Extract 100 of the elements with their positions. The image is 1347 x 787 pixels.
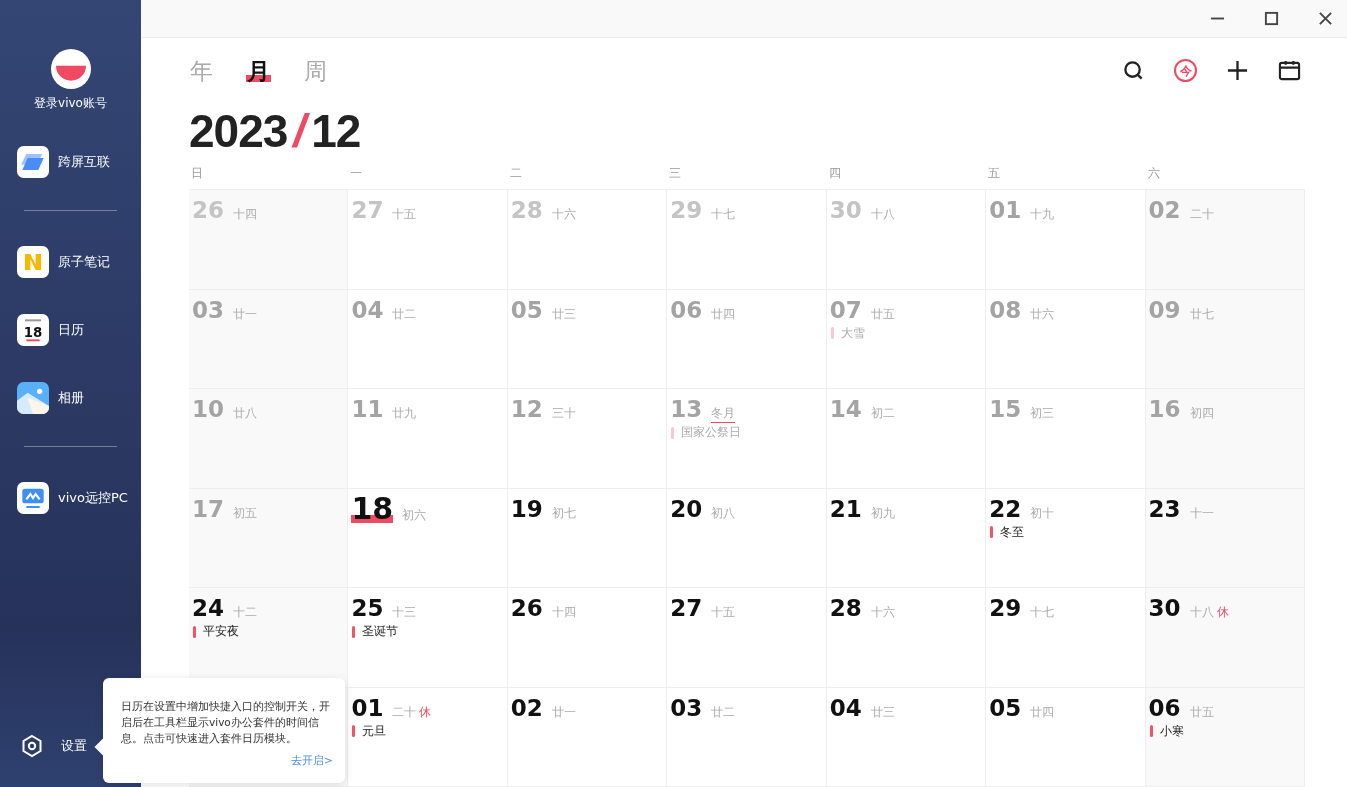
- day-number: 28: [829, 594, 862, 622]
- day-cell[interactable]: 20 初八: [667, 488, 827, 588]
- holiday-label: 休: [1216, 604, 1229, 621]
- lunar-date: 廿九: [392, 405, 417, 422]
- maximize-icon[interactable]: [1264, 11, 1279, 26]
- sidebar-item[interactable]: vivo远控PC: [0, 481, 141, 515]
- event-marker: [193, 625, 196, 638]
- event-label: 大雪: [840, 324, 865, 342]
- lunar-date: 初五: [233, 504, 257, 522]
- day-cell[interactable]: 30 十八 休: [1145, 588, 1305, 688]
- event-marker: [1149, 725, 1153, 737]
- day-number: 12: [510, 395, 543, 423]
- day-cell[interactable]: 19 初七: [507, 488, 668, 588]
- add-icon[interactable]: [1226, 59, 1249, 83]
- lunar-date: 初二: [870, 405, 895, 422]
- today-button[interactable]: 今: [1174, 59, 1197, 83]
- lunar-date: 初三: [1030, 405, 1055, 422]
- day-number: 27: [670, 594, 703, 622]
- lunar-date: 十一: [1189, 504, 1214, 522]
- day-cell[interactable]: 22 初十 冬至: [986, 488, 1146, 588]
- weekday-label: 四: [827, 165, 841, 182]
- day-cell[interactable]: 24 十二 平安夜: [189, 588, 349, 688]
- tooltip-text: 日历在设置中增加快捷入口的控制开关，开启后在工具栏显示vivo办公套件的时间信息。点击可快速进入套件日历模块。: [121, 699, 331, 746]
- day-cell[interactable]: 21 初九: [826, 488, 987, 588]
- day-number: 09: [1148, 295, 1181, 324]
- weekday-label: 日: [190, 165, 203, 182]
- day-cell[interactable]: 25 十三 圣诞节: [348, 588, 508, 688]
- day-number: 21: [829, 494, 862, 523]
- day-cell[interactable]: 06 廿五 小寒: [1145, 687, 1305, 787]
- weekday-label: 六: [1146, 165, 1160, 182]
- lunar-date: 十八: [1189, 604, 1214, 621]
- day-cell[interactable]: 23 十一: [1145, 488, 1305, 588]
- day-number: 10: [192, 395, 224, 423]
- day-cell[interactable]: 03 廿二: [667, 687, 827, 787]
- lunar-date: 廿一: [551, 703, 576, 721]
- year-label: 2023: [189, 103, 288, 158]
- day-cell[interactable]: 28 十六: [826, 588, 987, 688]
- lunar-date: 十七: [1030, 604, 1055, 621]
- day-number: 29: [670, 196, 703, 224]
- day-number: 01: [351, 693, 384, 722]
- lunar-date: 廿二: [711, 703, 736, 721]
- lunar-date: 十五: [392, 206, 417, 223]
- calendar-app-icon: 18: [17, 314, 49, 346]
- day-number: 17: [192, 494, 224, 523]
- settings-icon: [20, 734, 44, 758]
- day-number: 13: [670, 395, 703, 423]
- day-number: 27: [351, 196, 384, 224]
- lunar-date: 初八: [711, 504, 736, 522]
- day-number: 24: [192, 594, 224, 622]
- avatar-icon[interactable]: [50, 49, 91, 89]
- weekday-label: 三: [668, 165, 682, 182]
- day-cell[interactable]: 29 十七: [986, 588, 1146, 688]
- lunar-date: 廿三: [551, 305, 576, 323]
- event-marker: [352, 725, 356, 737]
- day-number: 11: [351, 395, 384, 423]
- lunar-date: 廿七: [1189, 305, 1214, 323]
- event-label: 冬至: [1000, 523, 1025, 541]
- photos-app-icon: [17, 382, 49, 414]
- day-number: 04: [829, 693, 862, 722]
- lunar-date: 十四: [233, 206, 257, 223]
- day-number: 08: [989, 295, 1022, 324]
- day-cell[interactable]: 02 廿一: [507, 687, 668, 787]
- day-cell[interactable]: 01 二十 休 元旦: [348, 687, 508, 787]
- day-cell[interactable]: 04 廿三: [826, 687, 987, 787]
- lunar-date: 初十: [1030, 504, 1055, 522]
- event-marker: [352, 625, 356, 638]
- day-number: 26: [510, 594, 543, 622]
- event-label: 元旦: [362, 722, 387, 740]
- close-icon[interactable]: [1318, 11, 1333, 26]
- day-number: 02: [510, 693, 543, 722]
- day-number: 05: [989, 693, 1022, 722]
- day-number: 05: [510, 295, 543, 324]
- day-cell[interactable]: 26 十四: [507, 588, 668, 688]
- day-cell[interactable]: 27 十五: [667, 588, 827, 688]
- day-number: 30: [829, 196, 862, 224]
- layers-icon: [17, 146, 49, 178]
- day-number: 25: [351, 594, 384, 622]
- lunar-date: 廿一: [233, 305, 257, 323]
- lunar-date: 十二: [233, 604, 257, 621]
- enable-link[interactable]: 去开启>: [290, 753, 333, 768]
- lunar-date: 十六: [551, 206, 576, 223]
- sidebar-item[interactable]: 原子笔记: [0, 245, 141, 279]
- calendar-icon[interactable]: [1278, 59, 1301, 83]
- day-number: 03: [192, 295, 224, 324]
- sidebar-item[interactable]: 跨屏互联: [0, 145, 141, 179]
- day-number: 06: [670, 295, 703, 324]
- day-number: 23: [1148, 494, 1181, 523]
- month-label: 12: [311, 103, 361, 158]
- event-marker: [830, 327, 834, 339]
- lunar-date: 十六: [870, 604, 895, 621]
- lunar-date: 初四: [1189, 405, 1214, 422]
- lunar-date: 十三: [392, 604, 417, 621]
- sidebar-item[interactable]: 相册: [0, 381, 141, 415]
- lunar-date: 十七: [711, 206, 736, 223]
- sidebar-item[interactable]: 18 日历: [0, 313, 141, 347]
- event-marker: [990, 526, 994, 538]
- day-number: 03: [670, 693, 703, 722]
- account-link[interactable]: 登录vivo账号: [34, 95, 107, 112]
- day-cell[interactable]: 05 廿四: [986, 687, 1146, 787]
- lunar-date: 廿五: [870, 305, 895, 323]
